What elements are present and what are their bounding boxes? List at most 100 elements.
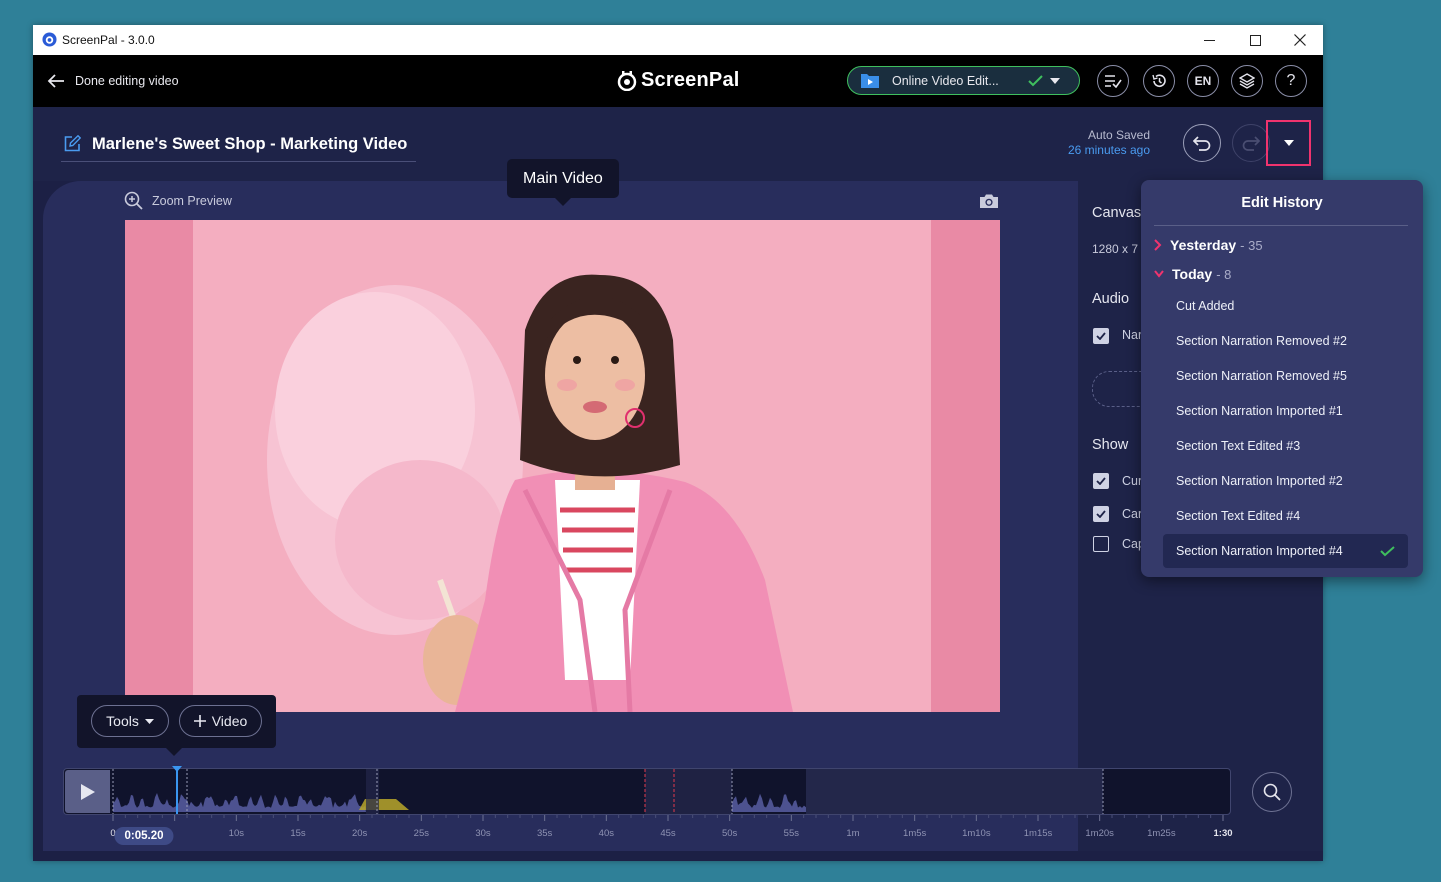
ruler-tick-label: 40s [598,828,614,839]
ruler-ticks [112,815,1224,821]
history-item-label: Section Narration Imported #2 [1176,474,1343,488]
history-item-selected[interactable]: Section Narration Imported #4 [1163,534,1408,568]
canvas-size: 1280 x 7 [1092,242,1139,256]
screenpal-app-icon [42,32,57,47]
done-editing-button[interactable]: Done editing video [47,55,179,107]
history-item[interactable]: Section Narration Imported #2 [1163,464,1408,498]
play-icon [80,783,95,800]
history-item[interactable]: Section Narration Removed #2 [1163,324,1408,358]
playhead-top-marker [172,766,182,772]
history-button[interactable] [1143,65,1175,97]
timeline-ruler: 0 10s 15s 20s 25s 30s 35s 40s 45s 50s 55s 1m 1m5s 1m1… [33,815,1323,855]
audio-heading: Audio [1092,291,1130,307]
chevron-right-icon [1154,239,1162,251]
minimize-icon [1203,39,1215,41]
timeline-track[interactable] [63,766,1231,815]
history-group-today[interactable]: Today - 8 [1154,264,1231,284]
edit-history-panel: Edit History Yesterday - 35 Today - 8 Cu… [1141,180,1423,577]
cursor-checkbox[interactable] [1093,473,1109,489]
search-icon [1263,783,1281,801]
audio-waveform [112,769,1104,814]
history-item[interactable]: Cut Added [1163,289,1408,323]
camera-checkbox[interactable] [1093,506,1109,522]
history-divider [1154,225,1408,226]
main-video-tooltip-label: Main Video [523,169,603,187]
close-button[interactable] [1277,25,1323,55]
tools-bar: Tools Video [77,695,276,756]
edit-history-title: Edit History [1241,195,1323,211]
add-video-button[interactable]: Video [179,705,262,737]
ruler-tick-label: 20s [351,828,368,839]
timeline-zoom-button[interactable] [1252,772,1292,812]
folder-video-icon [861,74,879,88]
redo-icon [1242,136,1260,151]
tools-label: Tools [106,713,139,729]
history-item-label: Section Text Edited #4 [1176,509,1301,523]
ruler-tick-label: 1m5s [903,828,927,839]
logo-text: ScreenPal [641,69,740,91]
maximize-button[interactable] [1232,25,1278,55]
narration-checkbox[interactable] [1093,328,1109,344]
group-today-label: Today [1172,266,1213,282]
help-button[interactable]: ? [1275,65,1307,97]
playhead[interactable] [176,769,178,814]
history-item[interactable]: Section Text Edited #3 [1163,429,1408,463]
video-frame-image [125,220,1000,712]
ruler-tick-label: 35s [536,828,553,839]
current-time-badge: 0:05.20 [114,827,174,845]
history-item-label: Section Narration Removed #2 [1176,334,1347,348]
edit-icon[interactable] [64,135,81,152]
ruler-tick-label: 30s [475,828,491,839]
history-item[interactable]: Section Narration Imported #1 [1163,394,1408,428]
ruler-tick-label: 1m10s [962,828,991,839]
redo-button[interactable] [1232,124,1270,162]
check-icon [1096,477,1106,485]
check-icon [1028,74,1043,86]
group-yesterday-label: Yesterday [1170,237,1237,253]
ruler-tick-label: 25s [413,828,429,839]
screenpal-logo: ScreenPal [617,69,740,92]
history-group-yesterday[interactable]: Yesterday - 35 [1154,235,1263,255]
history-item[interactable]: Section Narration Removed #5 [1163,359,1408,393]
history-item-label: Section Narration Removed #5 [1176,369,1347,383]
video-preview[interactable] [125,220,1000,712]
project-dropdown[interactable]: Online Video Edit... [847,66,1080,95]
captions-checkbox[interactable] [1093,536,1109,552]
ruler-tick-label: 50s [721,828,738,839]
camera-icon[interactable] [979,193,999,209]
ruler-tick-label: 1m15s [1023,828,1053,839]
title-underline [61,161,416,162]
minimize-button[interactable] [1186,25,1232,55]
window-title: ScreenPal - 3.0.0 [62,33,155,47]
tools-button[interactable]: Tools [91,705,169,737]
layers-button[interactable] [1231,65,1263,97]
group-today-count: - 8 [1216,266,1232,282]
language-label: EN [1194,74,1212,88]
checklist-button[interactable] [1097,65,1129,97]
logo-icon [617,70,637,91]
edit-history-dropdown-button[interactable] [1266,120,1311,166]
undo-button[interactable] [1183,124,1221,162]
history-item-label: Section Text Edited #3 [1176,439,1301,453]
zoom-preview-label: Zoom Preview [152,193,232,208]
play-button[interactable] [65,770,110,813]
check-icon [1096,332,1106,340]
ruler-tick-label: 45s [660,828,676,839]
chevron-down-icon [1154,270,1164,278]
ruler-tick-label: 15s [290,828,306,839]
history-item-label: Section Narration Imported #4 [1176,544,1343,558]
history-item[interactable]: Section Text Edited #4 [1163,499,1408,533]
language-button[interactable]: EN [1187,65,1219,97]
auto-saved-time: 26 minutes ago [1067,143,1150,157]
project-dropdown-label: Online Video Edit... [892,73,999,88]
question-mark-icon: ? [1286,72,1296,89]
ruler-tick-label: 1m [846,828,860,839]
show-heading: Show [1092,437,1129,453]
auto-saved-label: Auto Saved [1087,128,1150,142]
zoom-preview-button[interactable]: Zoom Preview [124,191,232,210]
history-icon [1152,74,1166,87]
auto-saved-status: Auto Saved 26 minutes ago [1023,128,1150,158]
project-title[interactable]: Marlene's Sweet Shop - Marketing Video [92,135,407,154]
close-icon [1294,34,1306,46]
title-bar: ScreenPal - 3.0.0 [33,25,1323,55]
